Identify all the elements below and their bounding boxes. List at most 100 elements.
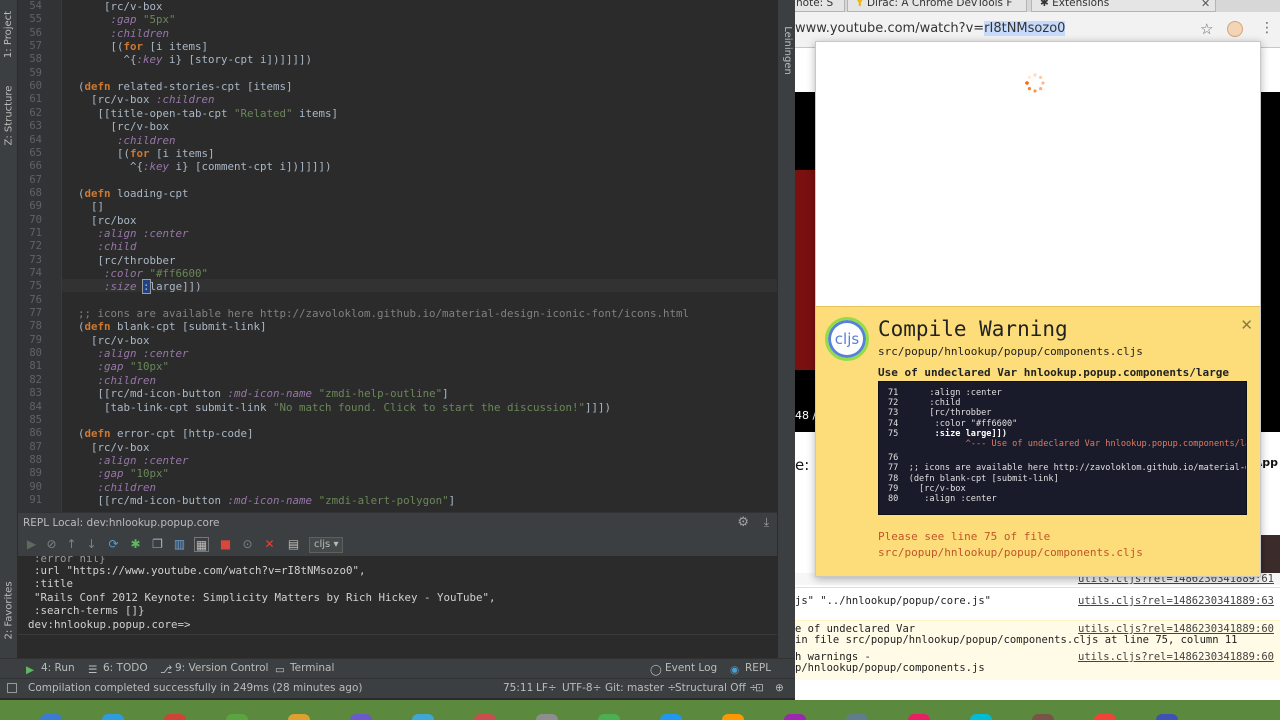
code-line[interactable]: [rc/box [78,214,137,227]
code-line[interactable]: ^{:key i} [comment-cpt i])]]]]) [78,160,332,173]
extension-icon[interactable] [1227,21,1243,37]
code-line[interactable]: [rc/v-box [78,441,150,454]
dock-app-icon[interactable] [722,714,744,720]
dock-app-icon[interactable] [846,714,868,720]
code-line[interactable]: :color "#ff6600" [78,267,208,280]
structure-tab[interactable]: Z: Structure [1,80,17,150]
code-line[interactable]: ^{:key i} [story-cpt i])]]]]) [78,53,313,66]
dock-app-icon[interactable] [1156,714,1178,720]
code-line[interactable]: (defn loading-cpt [78,187,189,200]
attach-icon[interactable]: ⊙ [240,537,255,552]
git-branch[interactable]: Git: master ÷ [605,682,676,694]
dock-app-icon[interactable] [970,714,992,720]
dock-app-icon[interactable] [536,714,558,720]
todo-tool-button[interactable]: ☰ 6: TODO [88,662,148,676]
hide-panel-icon[interactable]: ⤓ [764,515,769,530]
dock-app-icon[interactable] [40,714,62,720]
close-tab-icon[interactable]: ✕ [1201,0,1210,10]
settings-icon[interactable]: ▤ [286,537,301,552]
code-line[interactable]: :gap "10px" [78,467,170,480]
code-line[interactable]: [rc/v-box :children [78,93,215,106]
file-encoding[interactable]: UTF-8÷ [562,682,601,694]
history-icon[interactable]: ▦ [194,537,209,552]
code-line[interactable]: ;; icons are available here http://zavol… [78,307,689,320]
repl-input[interactable] [18,634,777,658]
line-separator[interactable]: LF÷ [536,682,557,694]
dock-app-icon[interactable] [1094,714,1116,720]
reload-icon[interactable]: ⟳ [106,537,121,552]
dock-app-icon[interactable] [1032,714,1054,720]
cursor-position[interactable]: 75:11 [503,682,533,694]
up-arrow-icon[interactable]: ↑ [64,537,79,552]
project-tab[interactable]: 1: Project [1,4,17,64]
code-line[interactable]: (defn error-cpt [http-code] [78,427,254,440]
dock-app-icon[interactable] [474,714,496,720]
dock-app-icon[interactable] [164,714,186,720]
console-source-link[interactable]: utils.cljs?rel=1486230341889:60 [1078,651,1274,663]
code-line[interactable]: [[title-open-tab-cpt "Related" items] [78,107,339,120]
tab-extensions[interactable]: ✱ Extensions [1031,0,1216,12]
trash-icon[interactable]: ▥ [172,537,187,552]
code-line[interactable]: :align :center [78,347,189,360]
warning-see-file[interactable]: src/popup/hnlookup/popup/components.cljs [878,545,1143,561]
dock-app-icon[interactable] [784,714,806,720]
close-icon[interactable]: ✕ [262,537,277,552]
dock-app-icon[interactable] [908,714,930,720]
code-line[interactable]: [tab-link-cpt submit-link "No match foun… [78,401,611,414]
code-line[interactable]: [(for [i items] [78,147,215,160]
code-line[interactable]: :children [78,481,157,494]
structural-mode[interactable]: Structural Off ÷ [675,682,758,694]
inspector-icon[interactable]: ⊕ [775,682,784,694]
bug-icon[interactable]: ✱ [128,537,143,552]
favorites-tab[interactable]: 2: Favorites [1,575,17,645]
code-line[interactable]: :align :center [78,454,189,467]
code-line[interactable]: :size :large]]) [78,279,202,295]
run-tool-button[interactable]: ▶ 4: Run [26,662,75,676]
dock-app-icon[interactable] [350,714,372,720]
dock-app-icon[interactable] [226,714,248,720]
terminal-tool-button[interactable]: ▭ Terminal [275,662,334,676]
code-editor[interactable]: 54 55 56 57 58 59 60 61 62 63 64 65 66 67 68 69 70 71 72 73… [18,0,777,512]
more-menu-icon[interactable]: ⋮ [1260,20,1274,36]
code-line[interactable]: :children [78,374,157,387]
code-line[interactable]: (defn related-stories-cpt [items] [78,80,293,93]
stop-icon[interactable]: ⊘ [44,537,59,552]
gear-icon[interactable]: ⚙ [737,515,749,530]
lock-icon[interactable]: ⊡ [755,682,764,694]
tab-note[interactable]: note: S [795,0,845,12]
code-line[interactable]: [[rc/md-icon-button :md-icon-name "zmdi-… [78,387,449,400]
code-line[interactable]: (defn blank-cpt [submit-link] [78,320,267,333]
console-source-link[interactable]: utils.cljs?rel=1486230341889:63 [1078,595,1274,607]
run-icon[interactable]: ▶ [24,537,39,552]
close-icon[interactable]: ✕ [1240,316,1253,334]
code-line[interactable]: :gap "10px" [78,360,170,373]
code-line[interactable]: [] [78,200,104,213]
repl-language-select[interactable]: cljs ▾ [309,537,344,553]
code-line[interactable]: [rc/throbber [78,254,176,267]
repl-output[interactable]: :error nil} :url "https://www.youtube.co… [18,556,777,634]
toggle-tool-windows-icon[interactable] [7,683,17,693]
dock-app-icon[interactable] [660,714,682,720]
code-line[interactable]: [rc/v-box [78,0,163,13]
down-arrow-icon[interactable]: ↓ [84,537,99,552]
dock-app-icon[interactable] [102,714,124,720]
tab-dirac[interactable]: Y Dirac: A Chrome DevTools F [847,0,1027,12]
code-line[interactable]: :children [78,27,170,40]
dock-app-icon[interactable] [598,714,620,720]
stop-square-icon[interactable]: ■ [218,537,233,552]
code-line[interactable]: :children [78,134,176,147]
version-control-tool-button[interactable]: ⎇ 9: Version Control [160,662,268,676]
code-line[interactable]: [rc/v-box [78,334,150,347]
leiningen-tab[interactable]: Leiningen [779,22,795,78]
code-line[interactable]: :align :center [78,227,189,240]
copy-icon[interactable]: ❐ [150,537,165,552]
code-line[interactable]: :gap "5px" [78,13,176,26]
code-line[interactable]: [rc/v-box [78,120,170,133]
dock-app-icon[interactable] [412,714,434,720]
url-text[interactable]: www.youtube.com/watch?v=rI8tNMsozo0 [795,21,1066,36]
star-icon[interactable]: ☆ [1200,20,1213,38]
code-line[interactable]: [[rc/md-icon-button :md-icon-name "zmdi-… [78,494,456,507]
event-log-tool-button[interactable]: ◯ Event Log [650,662,717,676]
repl-tool-button[interactable]: ◉ REPL [730,662,771,676]
dock-app-icon[interactable] [288,714,310,720]
